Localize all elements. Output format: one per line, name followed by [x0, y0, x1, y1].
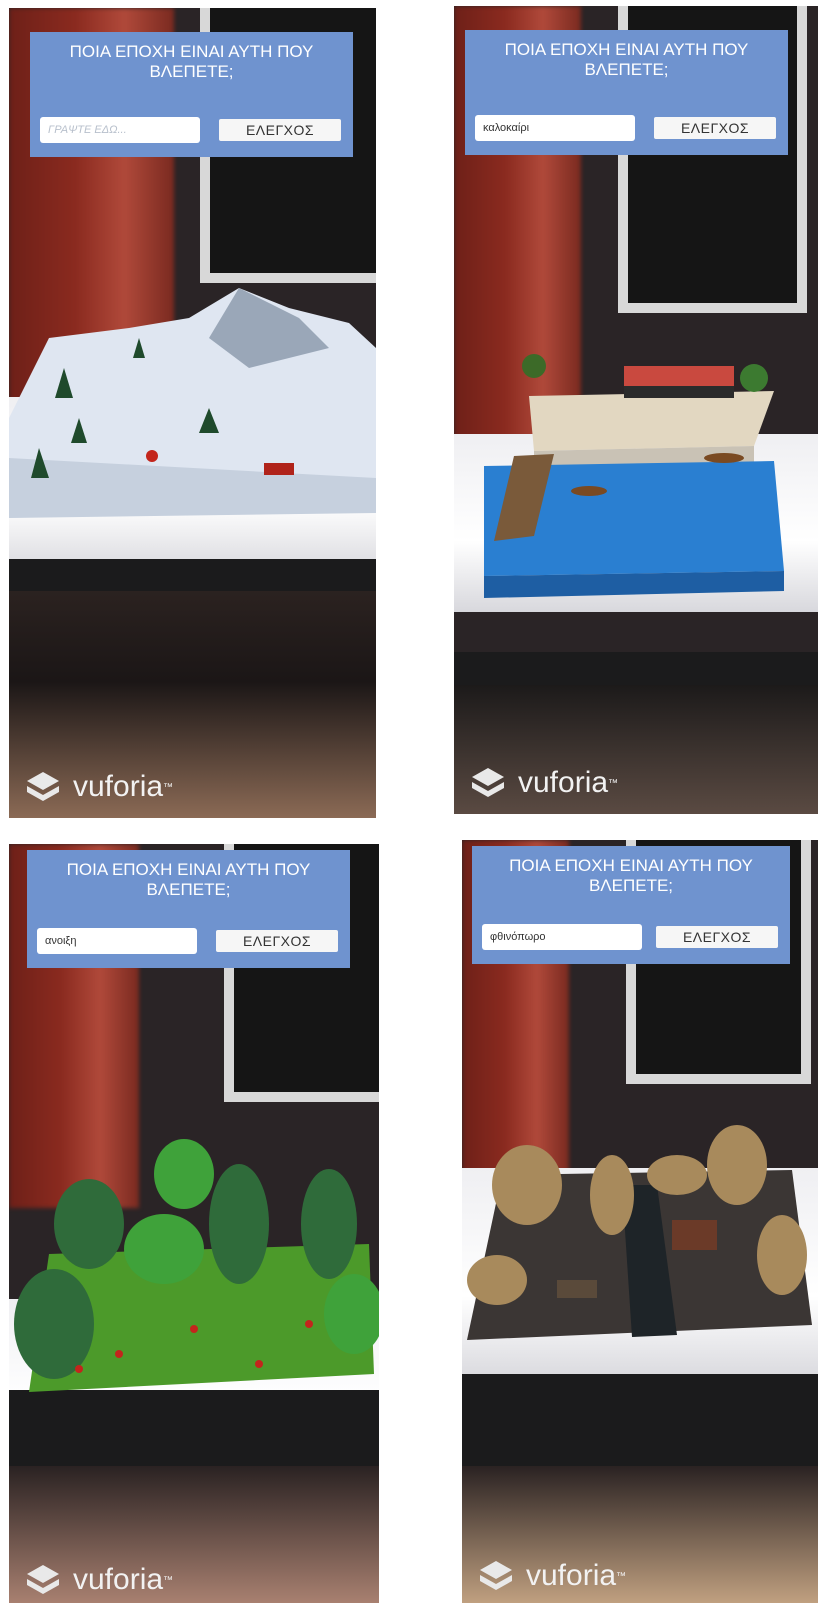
answer-input[interactable] [37, 928, 197, 954]
question-panel: ΠΟΙΑ ΕΠΟΧΗ ΕΙΝΑΙ ΑΥΤΗ ΠΟΥ ΒΛΕΠΕΤΕ; ΕΛΕΓΧ… [27, 850, 350, 968]
answer-input[interactable] [40, 117, 200, 143]
question-panel: ΠΟΙΑ ΕΠΟΧΗ ΕΙΝΑΙ ΑΥΤΗ ΠΟΥ ΒΛΕΠΕΤΕ; ΕΛΕΓΧ… [465, 30, 788, 155]
question-panel: ΠΟΙΑ ΕΠΟΧΗ ΕΙΝΑΙ ΑΥΤΗ ΠΟΥ ΒΛΕΠΕΤΕ; ΕΛΕΓΧ… [30, 32, 353, 157]
vuforia-logo: vuforia ™ [478, 1559, 626, 1593]
ar-screen-spring: ΠΟΙΑ ΕΠΟΧΗ ΕΙΝΑΙ ΑΥΤΗ ΠΟΥ ΒΛΕΠΕΤΕ; ΕΛΕΓΧ… [9, 844, 379, 1603]
vuforia-icon [27, 1565, 59, 1594]
vuforia-icon [480, 1561, 512, 1590]
vuforia-icon [472, 768, 504, 797]
vuforia-icon [27, 772, 59, 801]
ar-screen-autumn: ΠΟΙΑ ΕΠΟΧΗ ΕΙΝΑΙ ΑΥΤΗ ΠΟΥ ΒΛΕΠΕΤΕ; ΕΛΕΓΧ… [462, 840, 818, 1603]
check-button[interactable]: ΕΛΕΓΧΟΣ [654, 117, 776, 139]
summer-scene [484, 354, 784, 598]
spring-scene [14, 1139, 379, 1392]
question-text: ΠΟΙΑ ΕΠΟΧΗ ΕΙΝΑΙ ΑΥΤΗ ΠΟΥ ΒΛΕΠΕΤΕ; [509, 856, 753, 895]
answer-input[interactable] [482, 924, 642, 950]
check-button[interactable]: ΕΛΕΓΧΟΣ [216, 930, 338, 952]
ar-screen-summer: ΠΟΙΑ ΕΠΟΧΗ ΕΙΝΑΙ ΑΥΤΗ ΠΟΥ ΒΛΕΠΕΤΕ; ΕΛΕΓΧ… [454, 6, 818, 814]
autumn-scene [467, 1125, 812, 1340]
vuforia-logo: vuforia ™ [25, 1563, 173, 1597]
question-text: ΠΟΙΑ ΕΠΟΧΗ ΕΙΝΑΙ ΑΥΤΗ ΠΟΥ ΒΛΕΠΕΤΕ; [66, 860, 311, 899]
question-panel: ΠΟΙΑ ΕΠΟΧΗ ΕΙΝΑΙ ΑΥΤΗ ΠΟΥ ΒΛΕΠΕΤΕ; ΕΛΕΓΧ… [472, 846, 790, 964]
answer-input[interactable] [475, 115, 635, 141]
brand-name: vuforia [73, 770, 164, 803]
question-text: ΠΟΙΑ ΕΠΟΧΗ ΕΙΝΑΙ ΑΥΤΗ ΠΟΥ ΒΛΕΠΕΤΕ; [69, 42, 314, 81]
ar-screen-winter: ΠΟΙΑ ΕΠΟΧΗ ΕΙΝΑΙ ΑΥΤΗ ΠΟΥ ΒΛΕΠΕΤΕ; ΕΛΕΓΧ… [9, 8, 376, 818]
vuforia-logo: vuforia ™ [470, 766, 618, 800]
check-button[interactable]: ΕΛΕΓΧΟΣ [656, 926, 778, 948]
winter-scene [9, 288, 376, 518]
brand-name: vuforia [73, 1563, 164, 1596]
question-text: ΠΟΙΑ ΕΠΟΧΗ ΕΙΝΑΙ ΑΥΤΗ ΠΟΥ ΒΛΕΠΕΤΕ; [504, 40, 749, 79]
check-button[interactable]: ΕΛΕΓΧΟΣ [219, 119, 341, 141]
brand-name: vuforia [526, 1559, 617, 1592]
vuforia-logo: vuforia ™ [25, 770, 173, 804]
brand-name: vuforia [518, 766, 609, 799]
